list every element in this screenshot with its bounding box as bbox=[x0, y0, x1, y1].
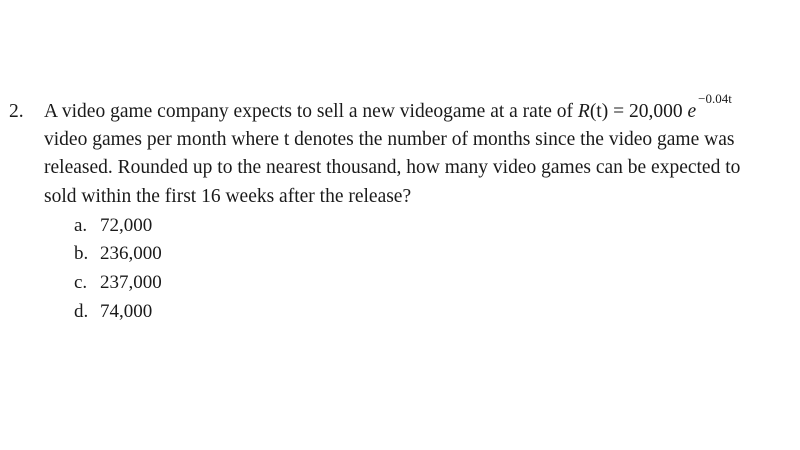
option-c[interactable]: c. 237,000 bbox=[74, 271, 162, 295]
question-text-start: A video game company expects to sell a n… bbox=[44, 101, 578, 122]
exponential-base: e bbox=[687, 101, 697, 122]
exponent: −0.04t bbox=[698, 91, 732, 106]
option-a[interactable]: a. 72,000 bbox=[74, 214, 152, 238]
question-line-4: sold within the first 16 weeks after the… bbox=[44, 186, 412, 207]
option-letter: b. bbox=[74, 243, 89, 264]
option-value: 74,000 bbox=[100, 301, 153, 322]
question-line-2: video games per month where t denotes th… bbox=[44, 129, 735, 150]
option-letter: d. bbox=[74, 301, 89, 322]
option-value: 236,000 bbox=[100, 243, 162, 264]
function-argument: (t) = 20,000 bbox=[589, 101, 688, 122]
option-value: 237,000 bbox=[100, 272, 162, 293]
question-number: 2. bbox=[9, 101, 24, 122]
option-letter: c. bbox=[74, 272, 88, 293]
function-name: R bbox=[577, 101, 590, 122]
question-line-1: A video game company expects to sell a n… bbox=[44, 91, 732, 125]
option-value: 72,000 bbox=[100, 215, 153, 236]
option-letter: a. bbox=[74, 215, 88, 236]
exponent-text: −0.04t bbox=[698, 91, 732, 106]
question-line-3: released. Rounded up to the nearest thou… bbox=[44, 157, 741, 178]
option-b[interactable]: b. 236,000 bbox=[74, 242, 162, 266]
option-d[interactable]: d. 74,000 bbox=[74, 300, 152, 324]
